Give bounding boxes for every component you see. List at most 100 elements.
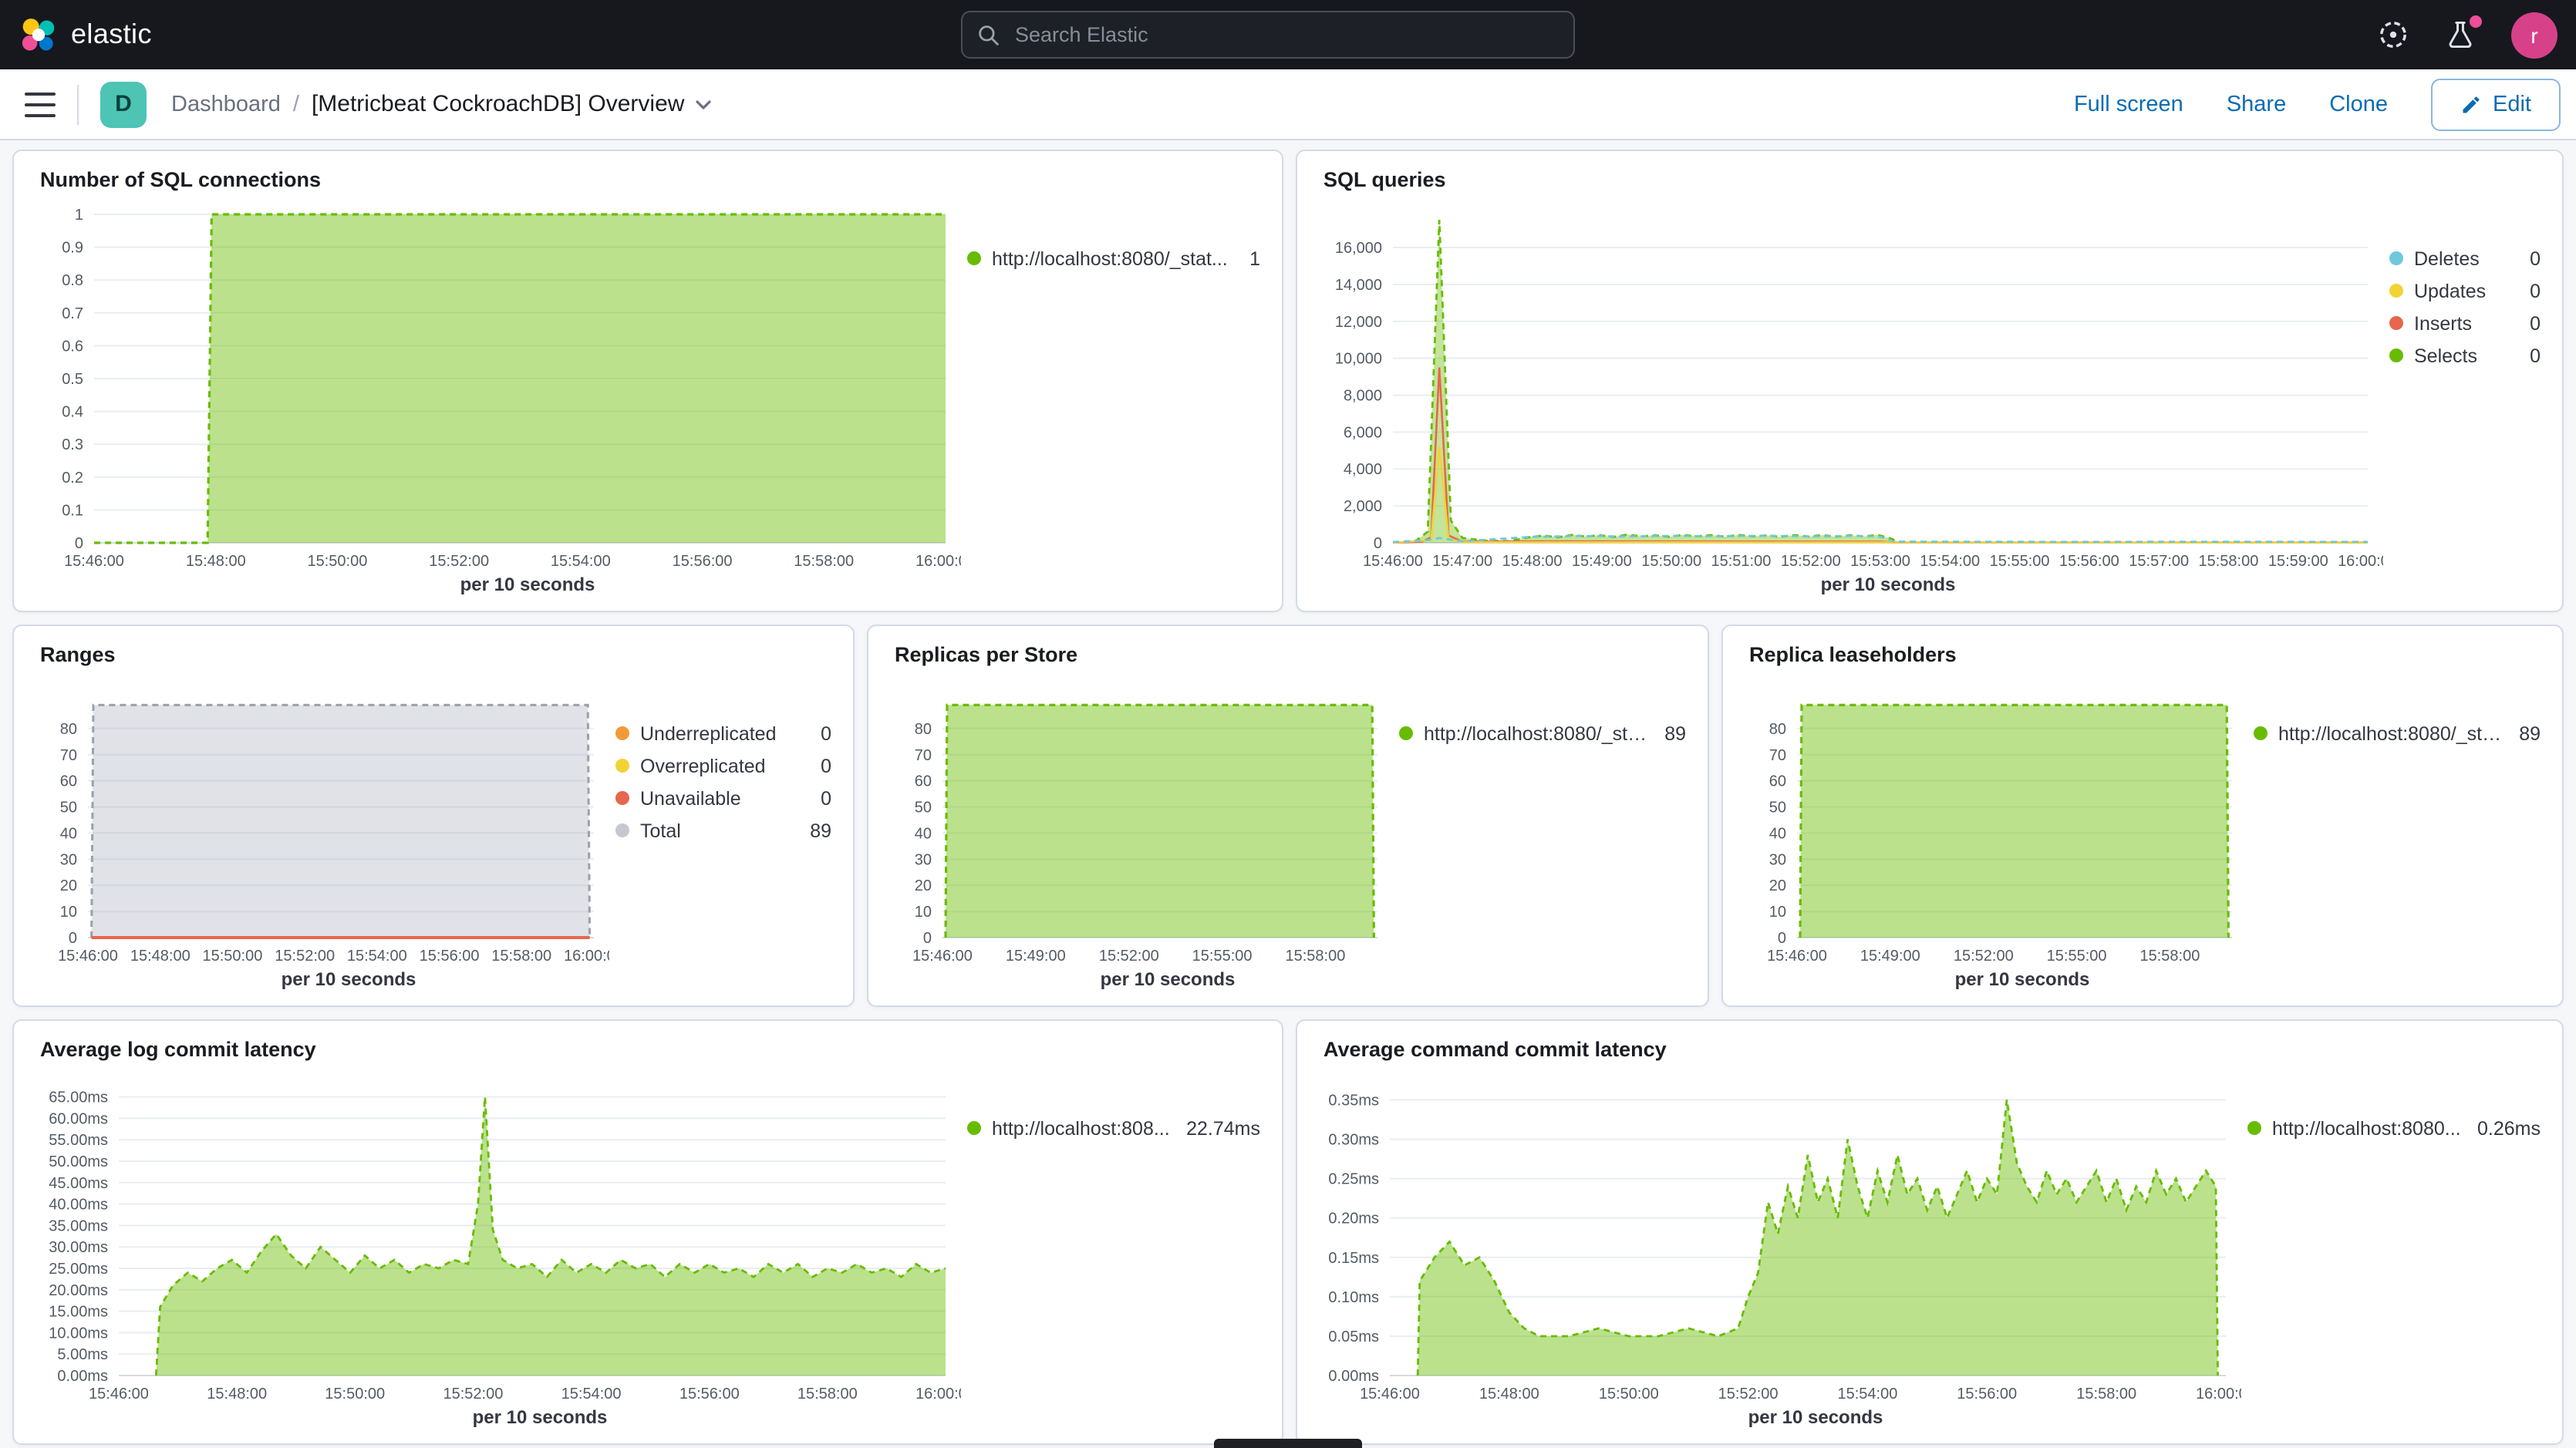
labs-flask-icon[interactable] — [2443, 18, 2477, 52]
page-title[interactable]: [Metricbeat CockroachDB] Overview — [312, 91, 713, 117]
svg-text:10: 10 — [915, 904, 932, 921]
chart-legend: http://localhost:808...22.74ms — [961, 1072, 1269, 1434]
svg-text:15:56:00: 15:56:00 — [2059, 553, 2119, 570]
replica-leaseholders-chart[interactable]: 8070605040302010015:46:0015:49:0015:52:0… — [1735, 677, 2247, 968]
svg-text:0.00ms: 0.00ms — [1328, 1368, 1379, 1385]
panel-replicas-per-store: Replicas per Store 8070605040302010015:4… — [867, 625, 1709, 1007]
svg-text:70: 70 — [60, 747, 77, 764]
svg-text:20: 20 — [1769, 877, 1786, 894]
svg-text:15:53:00: 15:53:00 — [1850, 553, 1910, 570]
global-search[interactable] — [961, 11, 1575, 59]
panel-title: Replica leaseholders — [1749, 643, 2550, 674]
svg-text:15:54:00: 15:54:00 — [551, 553, 611, 570]
legend-item[interactable]: http://localhost:8080/_sta...89 — [2254, 717, 2541, 749]
elastic-logo-icon — [19, 15, 59, 55]
svg-text:16:00:00: 16:00:00 — [915, 1386, 961, 1403]
svg-text:55.00ms: 55.00ms — [49, 1132, 108, 1149]
clone-button[interactable]: Clone — [2329, 92, 2388, 116]
svg-text:15:58:00: 15:58:00 — [2198, 553, 2258, 570]
series-color-dot — [615, 759, 629, 773]
svg-text:15:55:00: 15:55:00 — [1192, 948, 1253, 965]
svg-text:0.10ms: 0.10ms — [1328, 1289, 1379, 1306]
svg-text:15:46:00: 15:46:00 — [1360, 1386, 1420, 1403]
svg-text:15:52:00: 15:52:00 — [429, 553, 489, 570]
legend-item[interactable]: Overreplicated0 — [615, 749, 831, 782]
command-commit-latency-chart[interactable]: 0.35ms0.30ms0.25ms0.20ms0.15ms0.10ms0.05… — [1310, 1072, 2241, 1406]
panel-title: Average command commit latency — [1323, 1038, 2550, 1069]
svg-text:15:58:00: 15:58:00 — [794, 553, 854, 570]
svg-text:15:46:00: 15:46:00 — [1767, 948, 1827, 965]
legend-item[interactable]: Underreplicated0 — [615, 717, 831, 749]
legend-item[interactable]: http://localhost:8080/_sta...89 — [1399, 717, 1686, 749]
legend-item[interactable]: Deletes0 — [2389, 242, 2541, 274]
legend-item[interactable]: Selects0 — [2389, 339, 2541, 372]
svg-text:35.00ms: 35.00ms — [49, 1217, 108, 1234]
panel-command-commit-latency: Average command commit latency 0.35ms0.3… — [1296, 1019, 2564, 1445]
svg-text:10,000: 10,000 — [1335, 351, 1382, 368]
chart-legend: http://localhost:8080/_sta...89 — [2247, 677, 2550, 996]
svg-text:60: 60 — [1769, 773, 1786, 790]
series-value: 89 — [810, 820, 831, 841]
series-color-dot — [2389, 316, 2403, 330]
elastic-logo-link[interactable]: elastic — [19, 15, 152, 55]
toolbar-divider — [77, 84, 79, 124]
legend-item[interactable]: Total89 — [615, 814, 831, 847]
edit-button[interactable]: Edit — [2431, 78, 2561, 130]
full-screen-button[interactable]: Full screen — [2074, 92, 2183, 116]
svg-text:0: 0 — [923, 930, 932, 947]
breadcrumb-separator: / — [293, 92, 299, 116]
svg-text:16:00:00: 16:00:00 — [2196, 1386, 2241, 1403]
breadcrumb-dashboard-link[interactable]: Dashboard — [171, 92, 281, 116]
x-axis-label: per 10 seconds — [26, 968, 609, 996]
svg-text:15:52:00: 15:52:00 — [1718, 1386, 1779, 1403]
series-value: 89 — [1664, 722, 1686, 744]
legend-item[interactable]: Unavailable0 — [615, 782, 831, 814]
help-icon[interactable] — [2375, 18, 2409, 52]
series-color-dot — [1399, 726, 1413, 740]
series-label: Updates — [2414, 280, 2519, 301]
search-icon — [978, 24, 1000, 45]
svg-text:15:46:00: 15:46:00 — [89, 1386, 149, 1403]
svg-text:15:48:00: 15:48:00 — [186, 553, 246, 570]
share-button[interactable]: Share — [2227, 92, 2286, 116]
svg-text:15:51:00: 15:51:00 — [1711, 553, 1771, 570]
svg-text:15:52:00: 15:52:00 — [1099, 948, 1159, 965]
menu-icon[interactable] — [25, 92, 56, 116]
search-input[interactable] — [1012, 22, 1573, 48]
series-label: http://localhost:8080/_stat... — [992, 248, 1239, 269]
svg-text:16,000: 16,000 — [1335, 240, 1382, 257]
sql-connections-chart[interactable]: 10.90.80.70.60.50.40.30.20.1015:46:0015:… — [26, 202, 961, 574]
svg-text:80: 80 — [60, 721, 77, 738]
svg-text:0: 0 — [69, 930, 77, 947]
ranges-chart[interactable]: 8070605040302010015:46:0015:48:0015:50:0… — [26, 677, 609, 968]
series-color-dot — [967, 1121, 981, 1135]
sql-queries-chart[interactable]: 16,00014,00012,00010,0008,0006,0004,0002… — [1310, 202, 2383, 574]
dashboard-app-badge[interactable]: D — [100, 81, 147, 127]
legend-item[interactable]: http://localhost:8080...0.26ms — [2247, 1112, 2541, 1144]
series-label: Unavailable — [640, 787, 810, 809]
series-color-dot — [2247, 1121, 2261, 1135]
replicas-per-store-chart[interactable]: 8070605040302010015:46:0015:49:0015:52:0… — [881, 677, 1393, 968]
series-label: Deletes — [2414, 248, 2519, 269]
svg-text:50: 50 — [915, 800, 932, 817]
x-axis-label: per 10 seconds — [26, 574, 961, 601]
legend-item[interactable]: http://localhost:808...22.74ms — [967, 1112, 1260, 1144]
chart-legend: http://localhost:8080/_stat...1 — [961, 202, 1269, 601]
log-commit-latency-chart[interactable]: 65.00ms60.00ms55.00ms50.00ms45.00ms40.00… — [26, 1072, 961, 1406]
svg-text:15:54:00: 15:54:00 — [1920, 553, 1980, 570]
legend-item[interactable]: Updates0 — [2389, 274, 2541, 307]
series-label: Inserts — [2414, 312, 2519, 334]
svg-text:0: 0 — [1374, 535, 1382, 552]
svg-text:15:49:00: 15:49:00 — [1860, 948, 1920, 965]
svg-text:10.00ms: 10.00ms — [49, 1325, 108, 1342]
svg-text:15:54:00: 15:54:00 — [1837, 1386, 1897, 1403]
svg-text:0.7: 0.7 — [62, 305, 83, 322]
svg-text:0: 0 — [75, 535, 83, 552]
series-value: 0 — [821, 722, 831, 744]
legend-item[interactable]: Inserts0 — [2389, 307, 2541, 339]
svg-text:0: 0 — [1778, 930, 1786, 947]
svg-text:15:58:00: 15:58:00 — [2139, 948, 2200, 965]
svg-text:80: 80 — [915, 721, 932, 738]
legend-item[interactable]: http://localhost:8080/_stat...1 — [967, 242, 1260, 274]
user-avatar[interactable]: r — [2511, 12, 2557, 58]
